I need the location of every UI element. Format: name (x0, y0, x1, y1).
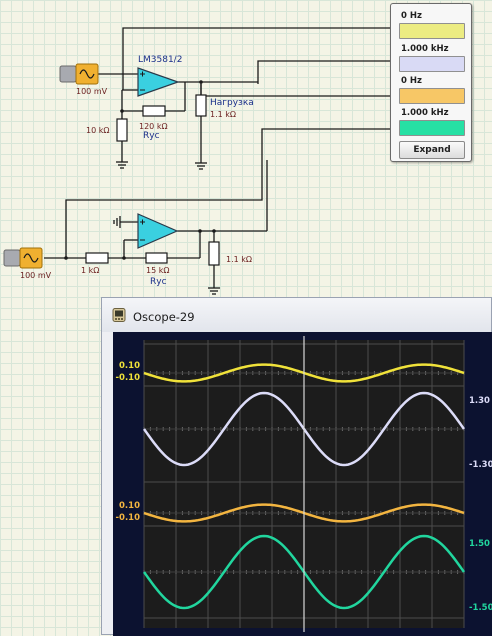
trace-3-lower-label: -0.10 (116, 513, 141, 523)
meter-ch3-swatch (399, 88, 465, 104)
resistor-1k[interactable] (85, 252, 109, 264)
load-value: 1.1 kΩ (210, 110, 237, 119)
trace-4-lower-label: -1.50 (469, 603, 492, 613)
oscope-title: Oscope-29 (133, 310, 195, 324)
source2-amplitude: 100 mV (20, 271, 52, 280)
trace-3-upper-label: 0.10 (119, 501, 140, 511)
resistor-15k[interactable] (145, 252, 168, 264)
r-feedback2-label: Rус (150, 277, 167, 287)
ac-source-2[interactable] (3, 247, 43, 269)
meter-ch4-swatch (399, 120, 465, 136)
resistor-load-2[interactable] (208, 241, 220, 266)
frequency-meter[interactable]: 0 Hz 1.000 kHz 0 Hz 1.000 kHz Expand (390, 3, 472, 162)
resistor-120k[interactable] (142, 105, 166, 117)
oscope-screen: 0.10 -0.10 1.30 -1.30 0.10 -0.10 1.50 -1.50 (113, 332, 492, 636)
opamp-label: LM3581/2 (138, 55, 183, 65)
oscope-window[interactable]: Oscope-29 0.10 -0.10 1.30 -1.30 0.10 -0.10 1.5… (101, 297, 492, 636)
trace-4-upper-label: 1.50 (469, 539, 490, 549)
trace-2-upper-label: 1.30 (469, 396, 490, 406)
meter-ch2-swatch (399, 56, 465, 72)
r-feedback1-label: Rус (143, 131, 160, 141)
resistor-10k[interactable] (116, 118, 128, 142)
opamp-1[interactable] (137, 67, 180, 97)
load-label: Нагрузка (210, 98, 254, 108)
ac-source-1[interactable] (59, 63, 99, 85)
oscope-titlebar[interactable]: Oscope-29 (102, 298, 491, 332)
meter-ch1-label: 0 Hz (401, 11, 422, 21)
load2-value: 1.1 kΩ (226, 255, 253, 264)
r-feedback1-value: 120 kΩ (139, 122, 168, 131)
meter-ch4-label: 1.000 kHz (401, 108, 449, 118)
r-feedback2-value: 15 kΩ (146, 266, 170, 275)
expand-button[interactable]: Expand (399, 141, 465, 159)
r-input2-value: 1 kΩ (81, 266, 100, 275)
resistor-load[interactable] (195, 94, 207, 117)
meter-ch1-swatch (399, 23, 465, 39)
trace-1-upper-label: 0.10 (119, 361, 140, 371)
oscope-icon (112, 308, 126, 322)
meter-ch3-label: 0 Hz (401, 76, 422, 86)
source1-amplitude: 100 mV (76, 87, 108, 96)
trace-1-lower-label: -0.10 (116, 373, 141, 383)
opamp-2[interactable] (137, 213, 179, 249)
trace-2-lower-label: -1.30 (469, 460, 492, 470)
r-ground-value: 10 kΩ (86, 126, 110, 135)
meter-ch2-label: 1.000 kHz (401, 44, 449, 54)
